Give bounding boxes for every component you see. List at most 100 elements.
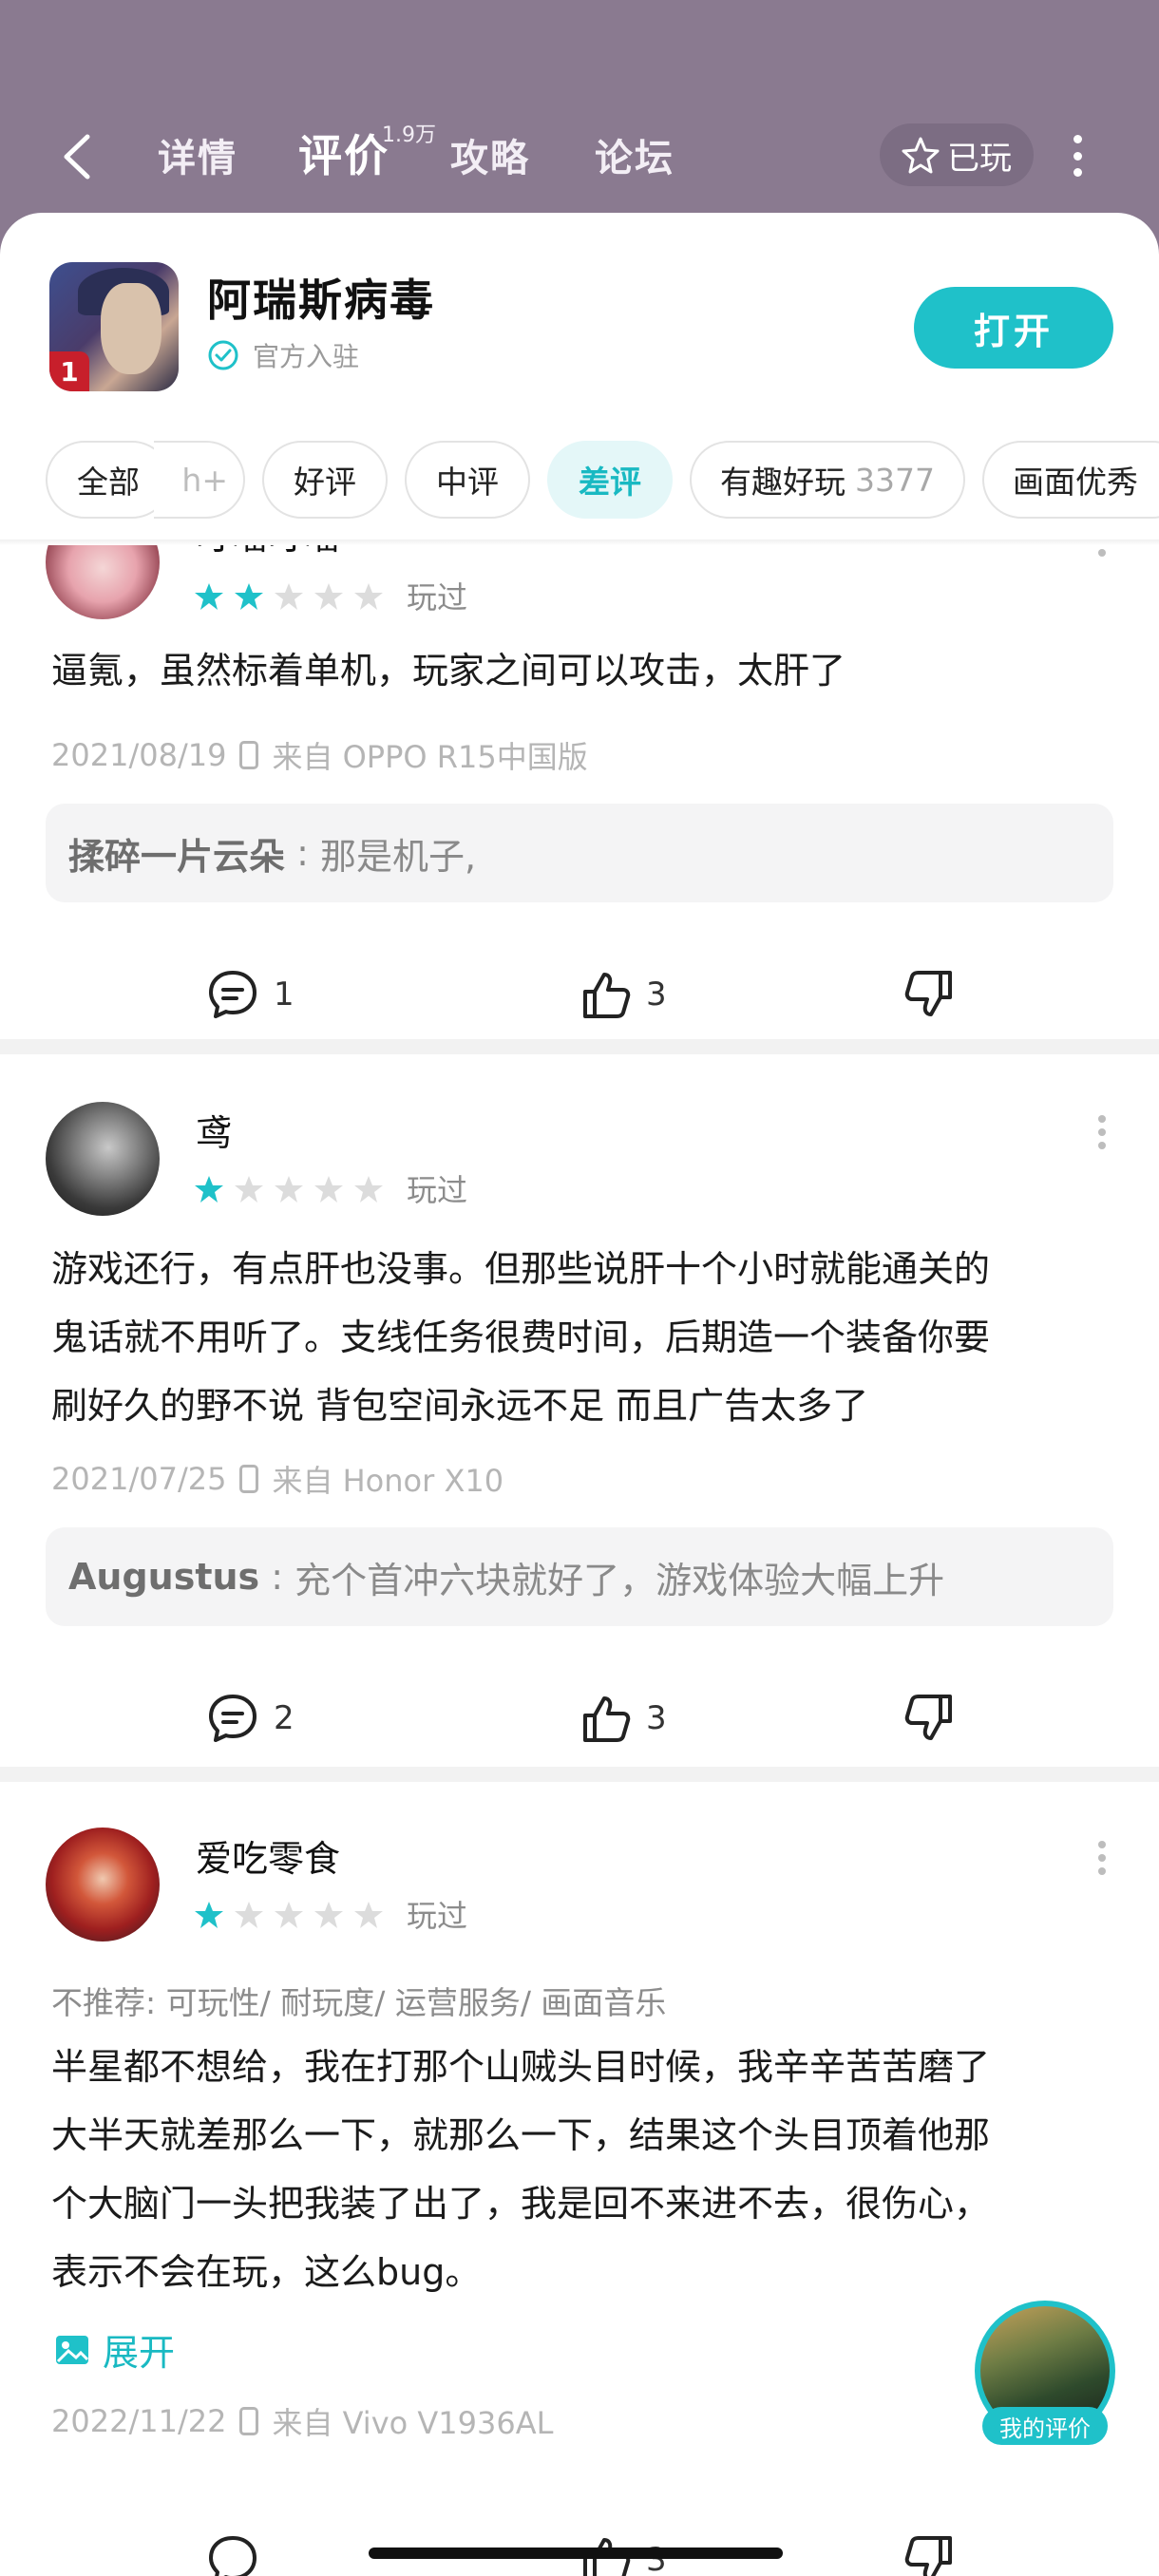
my-review-fab[interactable]: 我的评价 — [975, 2301, 1115, 2445]
review-device: 来自 OPPO R15中国版 — [272, 739, 588, 775]
top-navigation-bar: 详情 评价 1.9万 攻略 论坛 已玩 — [0, 0, 1159, 218]
like-button[interactable]: 3 — [578, 1691, 667, 1746]
review-more-icon[interactable] — [1098, 1115, 1108, 1149]
review-text-line: 鬼话就不用听了。支线任务很费时间，后期造一个装备你要 — [51, 1316, 991, 1358]
filter-truncated[interactable]: h+ — [154, 441, 245, 519]
home-indicator[interactable] — [369, 2548, 783, 2559]
review-card: 鸢 玩过 游戏还行，有点肝也没事。但那些说肝十个小时就能通关的 鬼话就不用听了。… — [0, 1054, 1159, 1757]
star-rating — [194, 1900, 384, 1930]
like-count: 3 — [646, 975, 667, 1013]
expand-button[interactable]: 展开 — [53, 2323, 175, 2376]
star-filled-icon — [195, 1902, 223, 1928]
official-badge: 官方入驻 — [207, 336, 359, 374]
star-empty-icon — [354, 1176, 383, 1203]
star-empty-icon — [314, 1902, 343, 1928]
expand-label: 展开 — [103, 2332, 176, 2374]
section-divider — [0, 1767, 1159, 1782]
review-text-line: 游戏还行，有点肝也没事。但那些说肝十个小时就能通关的 — [51, 1248, 991, 1290]
star-outline-icon — [902, 137, 940, 174]
username[interactable]: 叮噹叮噹 — [196, 545, 340, 559]
star-filled-icon — [195, 1176, 223, 1203]
official-label: 官方入驻 — [253, 341, 360, 372]
reply-user: 揉碎一片云朵 — [68, 835, 286, 878]
app-name: 阿瑞斯病毒 — [207, 275, 435, 326]
app-icon: 1 — [49, 262, 179, 391]
filter-graphics[interactable]: 画面优秀 — [982, 441, 1159, 519]
star-empty-icon — [354, 1902, 383, 1928]
back-arrow-icon[interactable] — [59, 131, 95, 182]
played-label: 已玩 — [947, 139, 1012, 178]
thumbs-down-icon — [904, 1695, 952, 1740]
open-button[interactable]: 打开 — [914, 287, 1113, 369]
avatar[interactable] — [46, 545, 160, 619]
comment-button[interactable]: 2 — [205, 1691, 294, 1746]
phone-icon — [239, 2407, 259, 2435]
star-empty-icon — [275, 583, 303, 610]
star-empty-icon — [275, 1176, 303, 1203]
thumbs-up-icon — [583, 973, 631, 1018]
more-options-icon[interactable] — [1068, 135, 1087, 177]
review-more-icon[interactable] — [1098, 1841, 1108, 1875]
review-actions: 1 3 — [0, 967, 1159, 1028]
like-button[interactable]: 3 — [578, 967, 667, 1022]
comment-button[interactable] — [205, 2532, 260, 2576]
section-divider — [0, 1039, 1159, 1054]
filter-negative[interactable]: 差评 — [547, 441, 673, 519]
review-device: 来自 Honor X10 — [272, 1463, 504, 1499]
review-date: 2021/08/19 — [51, 737, 227, 773]
reply-user: Augustus — [68, 1556, 260, 1598]
reply-preview[interactable]: Augustus : 充个首冲六块就好了，游戏体验大幅上升 — [46, 1527, 1113, 1626]
avatar[interactable] — [46, 1102, 160, 1216]
review-meta: 2022/11/22 来自 Vivo V1936AL — [51, 2399, 553, 2443]
tab-reviews[interactable]: 评价 — [298, 122, 390, 184]
tab-guides[interactable]: 攻略 — [450, 127, 530, 182]
filter-positive[interactable]: 好评 — [262, 441, 388, 519]
star-empty-icon — [235, 1902, 263, 1928]
review-date: 2022/11/22 — [51, 2403, 227, 2439]
comment-count: 1 — [274, 975, 294, 1013]
review-text-line: 半星都不想给，我在打那个山贼头目时候，我辛辛苦苦磨了 — [51, 2046, 991, 2088]
review-actions: 2 3 — [0, 1691, 1159, 1752]
filter-all[interactable]: 全部 — [46, 441, 171, 519]
dislike-button[interactable] — [902, 1691, 958, 1746]
reply-preview[interactable]: 揉碎一片云朵 : 那是机子, — [46, 804, 1113, 902]
tab-details[interactable]: 详情 — [158, 127, 238, 182]
comment-count: 2 — [274, 1699, 294, 1737]
app-header: 1 阿瑞斯病毒 官方入驻 打开 — [0, 213, 1159, 422]
tab-forum[interactable]: 论坛 — [595, 127, 674, 182]
star-empty-icon — [275, 1902, 303, 1928]
review-text-line: 刷好久的野不说 背包空间永远不足 而且广告太多了 — [51, 1385, 869, 1427]
image-icon — [56, 2335, 89, 2364]
review-date: 2021/07/25 — [51, 1461, 227, 1497]
star-rating — [194, 581, 384, 612]
filter-fun[interactable]: 有趣好玩 3377 — [690, 441, 965, 519]
filter-fun-count: 3377 — [855, 461, 935, 499]
comment-icon — [209, 1695, 256, 1742]
reply-text: 那是机子, — [319, 835, 477, 878]
filter-neutral[interactable]: 中评 — [405, 441, 530, 519]
dislike-button[interactable] — [902, 967, 958, 1022]
my-review-label: 我的评价 — [982, 2407, 1108, 2445]
comment-button[interactable]: 1 — [205, 967, 294, 1022]
star-empty-icon — [235, 1176, 263, 1203]
username[interactable]: 爱吃零食 — [196, 1829, 340, 1882]
review-meta: 2021/08/19 来自 OPPO R15中国版 — [51, 733, 588, 777]
like-count: 3 — [646, 1699, 667, 1737]
app-icon-badge: 1 — [49, 351, 89, 391]
star-empty-icon — [314, 583, 343, 610]
review-more-icon[interactable] — [1098, 545, 1108, 557]
review-text: 半星都不想给，我在打那个山贼头目时候，我辛辛苦苦磨了 大半天就差那么一下，就那么… — [51, 2033, 1115, 2306]
star-empty-icon — [314, 1176, 343, 1203]
thumbs-up-icon — [583, 1696, 631, 1742]
comment-icon — [209, 971, 256, 1018]
filter-chips: 全部 h+ 好评 中评 差评 有趣好玩 3377 画面优秀 — [0, 441, 1159, 521]
review-text-line: 表示不会在玩，这么bug。 — [51, 2251, 482, 2293]
not-recommended-tags: 不推荐: 可玩性/ 耐玩度/ 运营服务/ 画面音乐 — [51, 1984, 667, 2021]
played-button[interactable]: 已玩 — [880, 123, 1034, 186]
dislike-button[interactable] — [902, 2532, 958, 2576]
played-tag: 玩过 — [407, 1898, 468, 1934]
username[interactable]: 鸢 — [196, 1104, 232, 1156]
review-text: 游戏还行，有点肝也没事。但那些说肝十个小时就能通关的 鬼话就不用听了。支线任务很… — [51, 1235, 1115, 1440]
avatar[interactable] — [46, 1828, 160, 1941]
comment-icon — [209, 2536, 256, 2576]
